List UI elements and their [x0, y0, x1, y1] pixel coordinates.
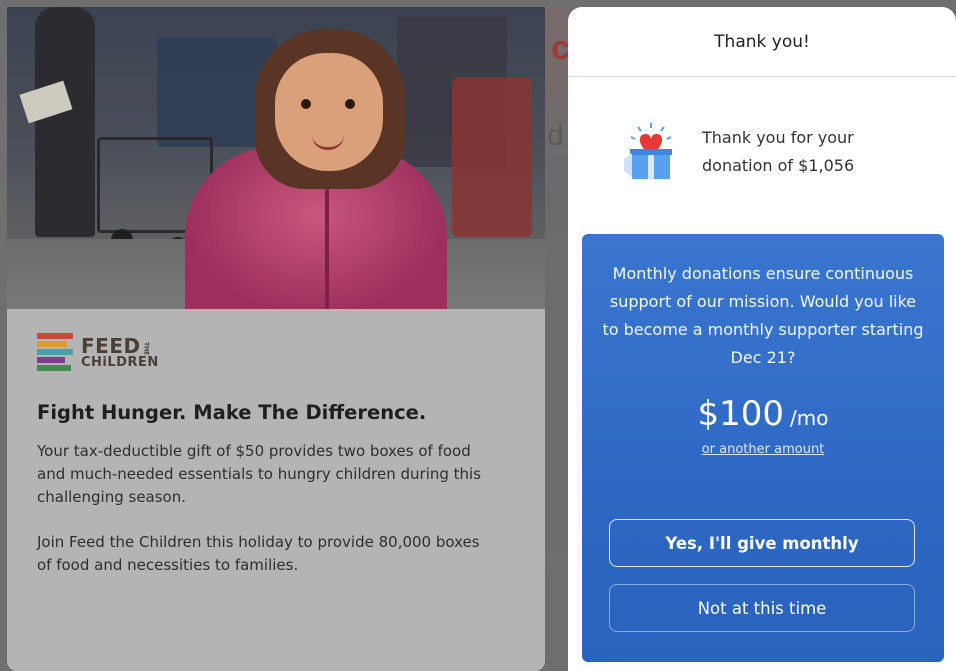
- dimmed-background-strip: c d: [545, 7, 570, 671]
- donation-amount-line: donation of $1,056: [702, 156, 855, 175]
- hero-photo: [7, 7, 545, 309]
- logo-word-children: CHiLDREN: [81, 354, 159, 370]
- logo-word-feed: FEED: [81, 333, 141, 358]
- logo-stripes-icon: [37, 333, 73, 371]
- campaign-card: FEED THE CHiLDREN Fight Hunger. Make The …: [7, 7, 545, 671]
- monthly-amount-period: /mo: [790, 406, 829, 430]
- donation-confirmation: Thank you for your donation of $1,056: [618, 119, 854, 185]
- modal-title: Thank you!: [714, 31, 810, 52]
- thank-you-modal: Thank you! Thank you for your donation o…: [568, 7, 956, 671]
- upsell-message: Monthly donations ensure continuous supp…: [602, 264, 924, 367]
- other-amount-link[interactable]: or another amount: [702, 442, 825, 457]
- modal-header: Thank you!: [568, 7, 956, 77]
- monthly-upsell-panel: Monthly donations ensure continuous supp…: [582, 234, 944, 662]
- campaign-description: Your tax-deductible gift of $50 provides…: [37, 442, 482, 506]
- monthly-amount: $100 /mo: [582, 394, 944, 434]
- campaign-goal-text: Join Feed the Children this holiday to p…: [37, 533, 480, 574]
- not-now-button[interactable]: Not at this time: [609, 584, 915, 632]
- logo-word-the: THE: [142, 342, 150, 356]
- monthly-amount-value: $100: [697, 394, 785, 434]
- gift-heart-icon: [624, 123, 672, 179]
- campaign-title: Fight Hunger. Make The Difference.: [37, 401, 427, 424]
- feed-the-children-logo: FEED THE CHiLDREN: [37, 333, 159, 371]
- thanks-line: Thank you for your: [702, 128, 854, 147]
- give-monthly-button[interactable]: Yes, I'll give monthly: [609, 519, 915, 567]
